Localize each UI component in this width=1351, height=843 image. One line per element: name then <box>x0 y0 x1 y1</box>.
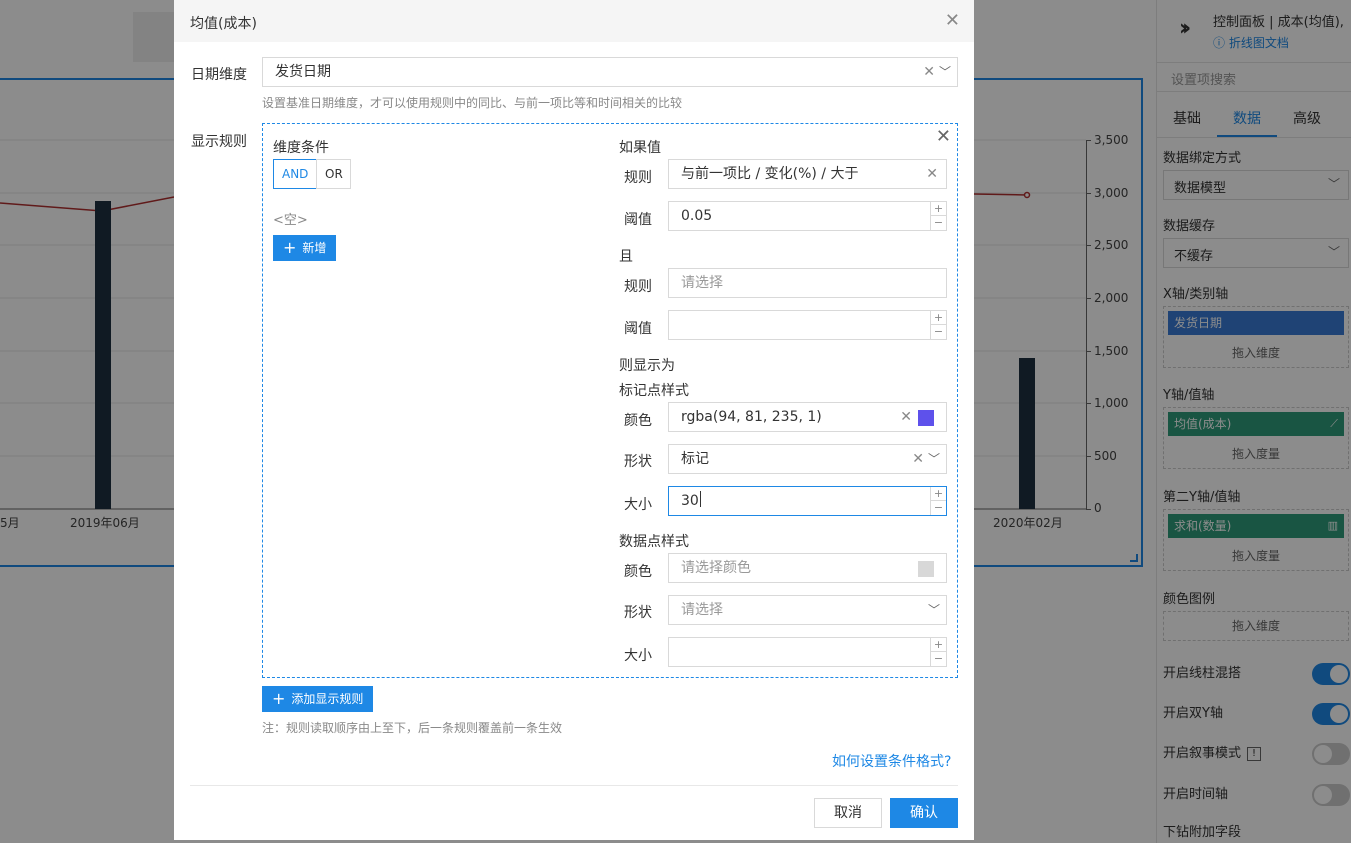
if-value-label: 如果值 <box>619 140 661 156</box>
decrement-icon: − <box>933 652 944 665</box>
date-dimension-hint: 设置基准日期维度，才可以使用规则中的同比、与前一项比等和时间相关的比较 <box>262 96 683 110</box>
marker-size-stepper[interactable]: + − <box>930 487 946 515</box>
chevron-down-icon: ﹀ <box>927 452 940 466</box>
add-display-rule-button[interactable]: + 添加显示规则 <box>262 686 374 712</box>
dp-size-input[interactable]: + − <box>668 637 947 667</box>
chevron-down-icon: ﹀ <box>938 65 951 79</box>
marker-color-label: 颜色 <box>624 413 652 429</box>
increment-icon: + <box>931 638 946 652</box>
decrement-icon: − <box>933 501 944 514</box>
threshold-label: 阈值 <box>624 212 652 228</box>
increment-icon: + <box>931 311 946 325</box>
dimension-condition-label: 维度条件 <box>273 140 329 156</box>
clear-icon[interactable]: ✕ <box>912 445 924 473</box>
dp-shape-select[interactable]: 请选择 ﹀ <box>668 595 947 625</box>
dialog-header: 均值(成本) ✕ <box>174 0 974 42</box>
marker-size-input[interactable]: 30 + − <box>668 486 947 516</box>
dialog-title: 均值(成本) <box>190 16 257 32</box>
rule-select[interactable]: 与前一项比 / 变化(%) / 大于 ✕ <box>668 159 947 189</box>
display-rules-label: 显示规则 <box>191 134 247 150</box>
rule-order-note: 注：规则读取顺序由上至下，后一条规则覆盖前一条生效 <box>262 721 563 735</box>
rule2-select[interactable]: 请选择 <box>668 268 947 298</box>
marker-color-input[interactable]: rgba(94, 81, 235, 1) ✕ <box>668 402 947 432</box>
marker-shape-select[interactable]: 标记 ✕ ﹀ <box>668 444 947 474</box>
clear-icon[interactable]: ✕ <box>926 160 938 188</box>
color-swatch[interactable] <box>918 410 934 426</box>
threshold2-input[interactable]: + − <box>668 310 947 340</box>
rule2-label: 规则 <box>624 279 652 295</box>
marker-size-label: 大小 <box>624 497 652 513</box>
threshold2-label: 阈值 <box>624 321 652 337</box>
plus-icon: + <box>283 238 297 257</box>
then-show-label: 则显示为 <box>619 358 675 374</box>
increment-icon: + <box>931 202 946 216</box>
dp-shape-label: 形状 <box>624 605 652 621</box>
help-link[interactable]: 如何设置条件格式? <box>832 751 951 771</box>
confirm-button[interactable]: 确认 <box>890 798 958 828</box>
close-icon[interactable]: ✕ <box>945 10 960 31</box>
rule-label: 规则 <box>624 170 652 186</box>
cancel-button[interactable]: 取消 <box>814 798 882 828</box>
and-button[interactable]: AND <box>273 159 317 189</box>
plus-icon: + <box>272 689 286 708</box>
text-caret <box>699 491 701 507</box>
remove-rule-icon[interactable]: ✕ <box>936 126 951 147</box>
dp-color-label: 颜色 <box>624 564 652 580</box>
empty-placeholder: <空> <box>273 213 308 228</box>
increment-icon: + <box>931 487 946 501</box>
date-dimension-select[interactable]: 发货日期 ✕ ﹀ <box>262 57 958 87</box>
date-dimension-label: 日期维度 <box>191 67 247 83</box>
threshold-input[interactable]: 0.05 + − <box>668 201 947 231</box>
or-button[interactable]: OR <box>316 159 351 189</box>
threshold2-stepper[interactable]: + − <box>930 311 946 339</box>
clear-icon[interactable]: ✕ <box>900 403 912 431</box>
chevron-down-icon: ﹀ <box>927 603 940 617</box>
marker-shape-label: 形状 <box>624 454 652 470</box>
add-condition-button[interactable]: + 新增 <box>273 235 337 261</box>
footer-divider <box>190 785 958 786</box>
marker-style-label: 标记点样式 <box>619 383 689 399</box>
color-swatch[interactable] <box>918 561 934 577</box>
clear-icon[interactable]: ✕ <box>923 58 935 86</box>
dp-size-label: 大小 <box>624 648 652 664</box>
decrement-icon: − <box>933 325 944 338</box>
threshold-stepper[interactable]: + − <box>930 202 946 230</box>
data-point-style-label: 数据点样式 <box>619 534 689 550</box>
decrement-icon: − <box>933 216 944 229</box>
and-cn-label: 且 <box>619 249 633 265</box>
dp-size-stepper[interactable]: + − <box>930 638 946 666</box>
dp-color-input[interactable]: 请选择颜色 <box>668 553 947 583</box>
